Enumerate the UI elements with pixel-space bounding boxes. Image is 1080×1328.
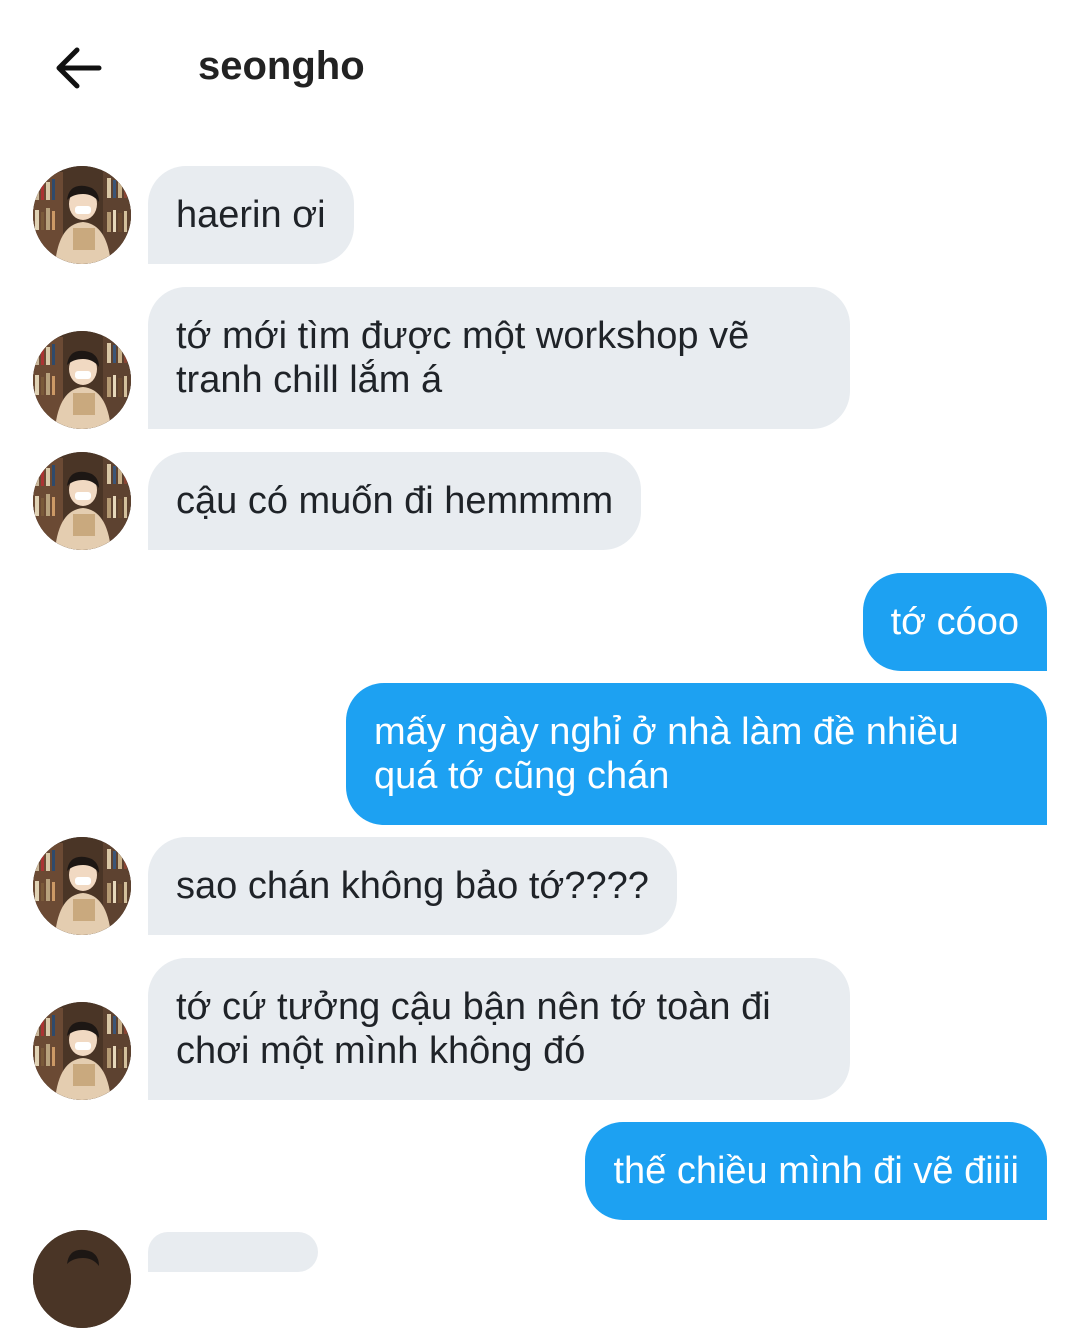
incoming-message-bubble[interactable]: cậu có muốn đi hemmmm [148,452,642,550]
chat-header: seongho [0,0,1080,135]
message-text: mấy ngày nghỉ ở nhà làm đề nhiều quá tớ … [374,711,959,797]
message-text: cậu có muốn đi hemmmm [176,480,614,522]
back-button[interactable] [40,36,116,100]
arrow-left-icon [56,47,102,89]
contact-avatar[interactable] [33,837,131,935]
message-text: thế chiều mình đi vẽ điiii [613,1150,1019,1192]
incoming-message-bubble[interactable]: tớ cứ tưởng cậu bận nên tớ toàn đi chơi … [148,958,850,1100]
message-text: tớ cóoo [890,601,1019,643]
contact-avatar[interactable] [33,1002,131,1100]
message-text: sao chán không bảo tớ???? [176,865,649,907]
outgoing-message-bubble[interactable]: thế chiều mình đi vẽ điiii [585,1122,1047,1220]
message-text: haerin ơi [176,194,326,236]
incoming-message-bubble[interactable] [148,1232,318,1272]
contact-avatar[interactable] [33,452,131,550]
incoming-message-bubble[interactable]: haerin ơi [148,166,354,264]
contact-avatar[interactable] [33,331,131,429]
contact-name: seongho [198,44,365,88]
outgoing-message-bubble[interactable]: mấy ngày nghỉ ở nhà làm đề nhiều quá tớ … [346,683,1047,825]
contact-avatar[interactable] [33,166,131,264]
message-text: tớ mới tìm được một workshop vẽ tranh ch… [176,315,750,401]
outgoing-message-bubble[interactable]: tớ cóoo [862,573,1047,671]
message-text: tớ cứ tưởng cậu bận nên tớ toàn đi chơi … [176,986,771,1072]
incoming-message-bubble[interactable]: tớ mới tìm được một workshop vẽ tranh ch… [148,287,850,429]
contact-avatar[interactable] [33,1230,131,1328]
incoming-message-bubble[interactable]: sao chán không bảo tớ???? [148,837,677,935]
